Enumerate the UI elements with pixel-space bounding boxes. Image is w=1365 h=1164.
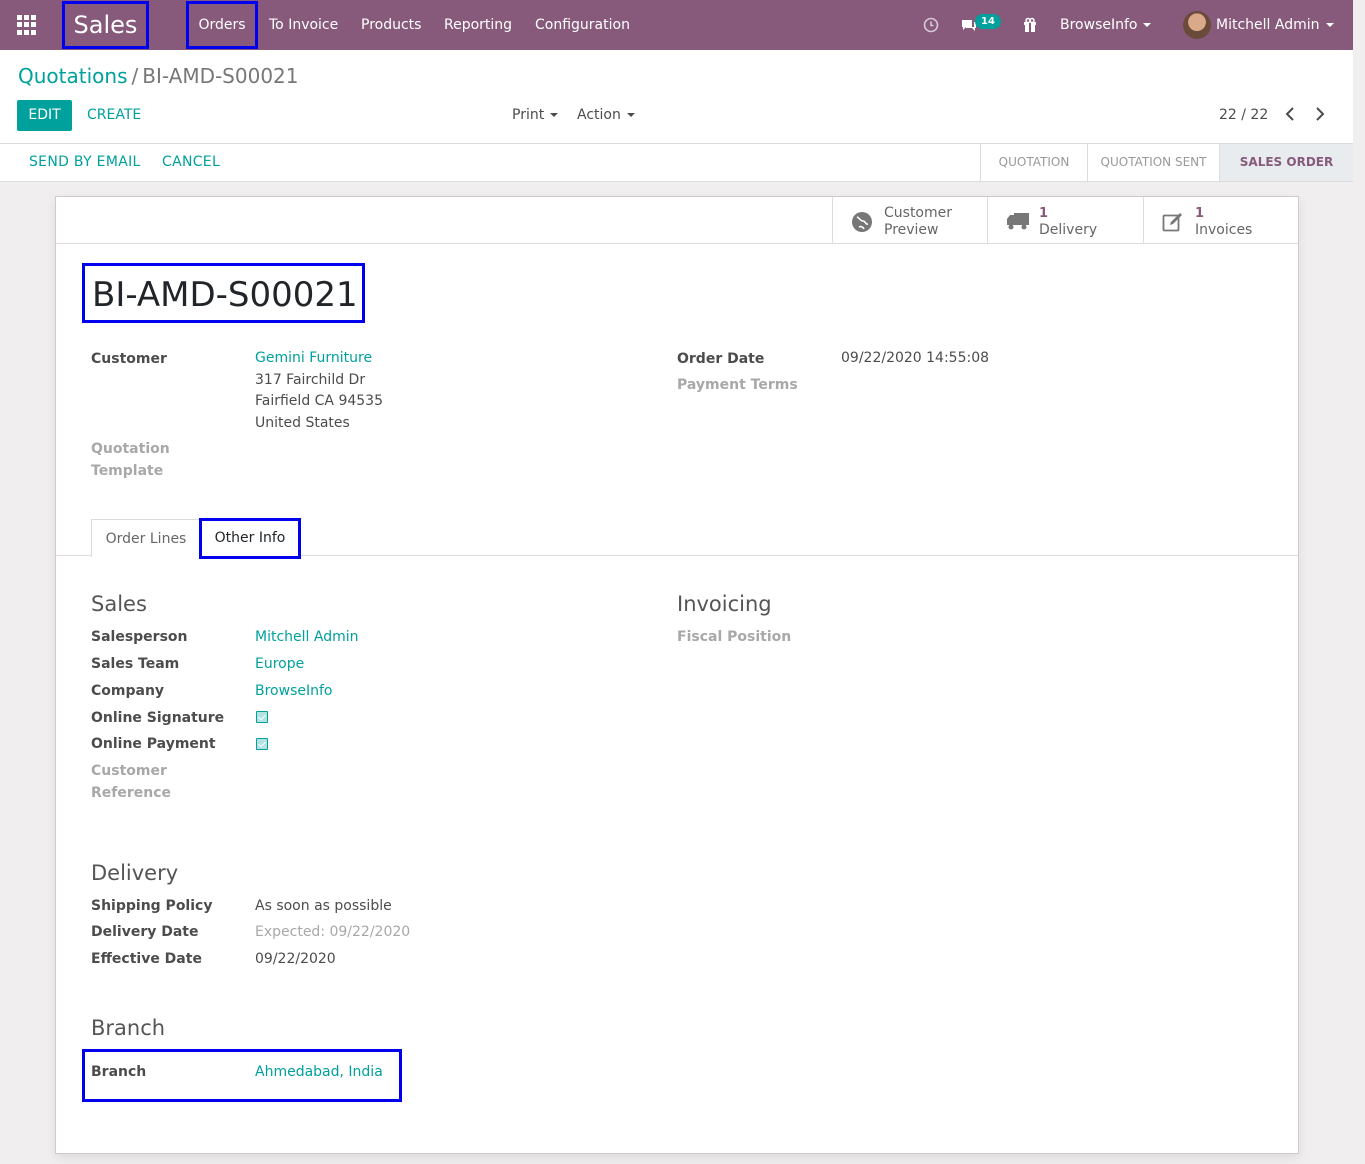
effective-date-label: Effective Date [91, 951, 202, 967]
customer-reference-label-2: Reference [91, 785, 172, 801]
action-dropdown[interactable]: Action [577, 100, 635, 131]
sales-team-label: Sales Team [91, 656, 180, 672]
breadcrumb: Quotations / BI-AMD-S00021 [18, 64, 299, 88]
print-dropdown[interactable]: Print [512, 100, 559, 131]
status-bar: SEND BY EMAIL CANCEL QUOTATION QUOTATION… [0, 144, 1353, 182]
delivery-date-label: Delivery Date [91, 924, 199, 940]
pager-value[interactable]: 22 / 22 [1219, 100, 1268, 131]
online-payment-checkbox[interactable] [256, 738, 268, 750]
delivery-date-value: Expected: 09/22/2020 [255, 924, 411, 940]
quotation-template-label-1: Quotation [91, 441, 170, 457]
company-link[interactable]: BrowseInfo [255, 681, 332, 703]
online-payment-label: Online Payment [91, 736, 216, 752]
customer-address-line2: Fairfield CA 94535 [255, 393, 383, 409]
action-label: Action [577, 107, 621, 123]
avatar[interactable] [1183, 11, 1211, 39]
chevron-down-icon [1143, 23, 1152, 27]
user-menu[interactable]: Mitchell Admin [1216, 0, 1334, 50]
customer-preview-line1: Customer [884, 205, 953, 221]
clock-icon[interactable] [923, 0, 939, 50]
menu-orders[interactable]: Orders [186, 1, 258, 49]
tab-order-lines[interactable]: Order Lines [91, 519, 201, 557]
globe-icon [851, 211, 873, 232]
company-label: Company [91, 683, 165, 699]
quotation-template-label-2: Template [91, 463, 164, 479]
truck-icon [1006, 211, 1029, 231]
customer-address-line3: United States [255, 415, 350, 431]
tab-other-info[interactable]: Other Info [199, 518, 301, 559]
branch-label: Branch [91, 1064, 147, 1080]
customer-preview-line2: Preview [884, 222, 939, 238]
edit-button[interactable]: EDIT [17, 100, 72, 131]
online-signature-label: Online Signature [91, 710, 225, 726]
invoicing-section-title: Invoicing [677, 592, 772, 616]
smart-button-box: Customer Preview 1 Delivery 1 Invoices [56, 197, 1298, 244]
create-button[interactable]: CREATE [87, 100, 141, 131]
payment-terms-label: Payment Terms [677, 377, 798, 393]
invoices-label: Invoices [1195, 222, 1253, 238]
control-panel: Quotations / BI-AMD-S00021 EDIT CREATE Pri… [0, 50, 1353, 144]
pager-previous-icon[interactable] [1285, 107, 1295, 124]
breadcrumb-current: BI-AMD-S00021 [142, 64, 299, 88]
shipping-policy-value: As soon as possible [255, 898, 392, 914]
delivery-button[interactable]: 1 Delivery [987, 197, 1142, 244]
customer-link[interactable]: Gemini Furniture [255, 348, 372, 370]
chevron-down-icon [550, 113, 559, 117]
send-by-email-button[interactable]: SEND BY EMAIL [29, 144, 141, 181]
gift-icon[interactable] [1022, 0, 1038, 50]
chevron-down-icon [1325, 23, 1334, 27]
menu-to-invoice[interactable]: To Invoice [269, 0, 338, 50]
effective-date-value: 09/22/2020 [255, 951, 336, 967]
delivery-count: 1 [1039, 206, 1049, 221]
edit-invoice-icon [1162, 211, 1184, 232]
top-navbar: Sales Orders To Invoice Products Reporti… [0, 0, 1353, 50]
sales-section-title: Sales [91, 592, 147, 616]
chevron-down-icon [626, 113, 635, 117]
print-label: Print [512, 107, 545, 123]
stage-sales-order[interactable]: SALES ORDER [1219, 144, 1353, 181]
customer-label: Customer [91, 351, 167, 367]
company-name: BrowseInfo [1060, 17, 1138, 33]
breadcrumb-separator: / [131, 64, 139, 88]
chat-icon[interactable] [960, 0, 976, 50]
record-title-box: BI-AMD-S00021 [82, 263, 365, 323]
online-signature-checkbox[interactable] [256, 711, 268, 723]
company-switcher[interactable]: BrowseInfo [1060, 0, 1152, 50]
invoices-count: 1 [1195, 206, 1205, 221]
order-date-value: 09/22/2020 14:55:08 [841, 350, 990, 366]
salesperson-label: Salesperson [91, 629, 188, 645]
customer-reference-label: Customer Reference [91, 760, 171, 804]
order-date-label: Order Date [677, 351, 765, 367]
delivery-section-title: Delivery [91, 861, 179, 885]
fiscal-position-label: Fiscal Position [677, 629, 792, 645]
user-name: Mitchell Admin [1216, 17, 1320, 33]
sales-team-link[interactable]: Europe [255, 654, 304, 676]
menu-configuration[interactable]: Configuration [535, 0, 630, 50]
customer-preview-button[interactable]: Customer Preview [832, 197, 987, 244]
menu-products[interactable]: Products [361, 0, 421, 50]
messages-count-badge: 14 [975, 14, 1001, 29]
app-brand[interactable]: Sales [62, 1, 149, 49]
form-sheet: Customer Preview 1 Delivery 1 Invoices BI-A… [55, 196, 1299, 1154]
quotation-template-label: Quotation Template [91, 438, 170, 482]
customer-reference-label-1: Customer [91, 763, 167, 779]
branch-section-title: Branch [91, 1016, 166, 1040]
customer-address-line1: 317 Fairchild Dr [255, 372, 366, 388]
menu-reporting[interactable]: Reporting [444, 0, 512, 50]
record-title: BI-AMD-S00021 [92, 275, 358, 315]
stage-quotation-sent[interactable]: QUOTATION SENT [1087, 144, 1219, 181]
delivery-label: Delivery [1039, 222, 1098, 238]
branch-link[interactable]: Ahmedabad, India [255, 1062, 383, 1084]
stage-quotation[interactable]: QUOTATION [980, 144, 1087, 181]
invoices-button[interactable]: 1 Invoices [1143, 197, 1298, 244]
shipping-policy-label: Shipping Policy [91, 898, 213, 914]
apps-menu-icon[interactable] [17, 15, 37, 35]
pager-next-icon[interactable] [1315, 107, 1325, 124]
breadcrumb-quotations[interactable]: Quotations [18, 64, 127, 88]
cancel-button[interactable]: CANCEL [162, 144, 220, 181]
salesperson-link[interactable]: Mitchell Admin [255, 627, 359, 649]
